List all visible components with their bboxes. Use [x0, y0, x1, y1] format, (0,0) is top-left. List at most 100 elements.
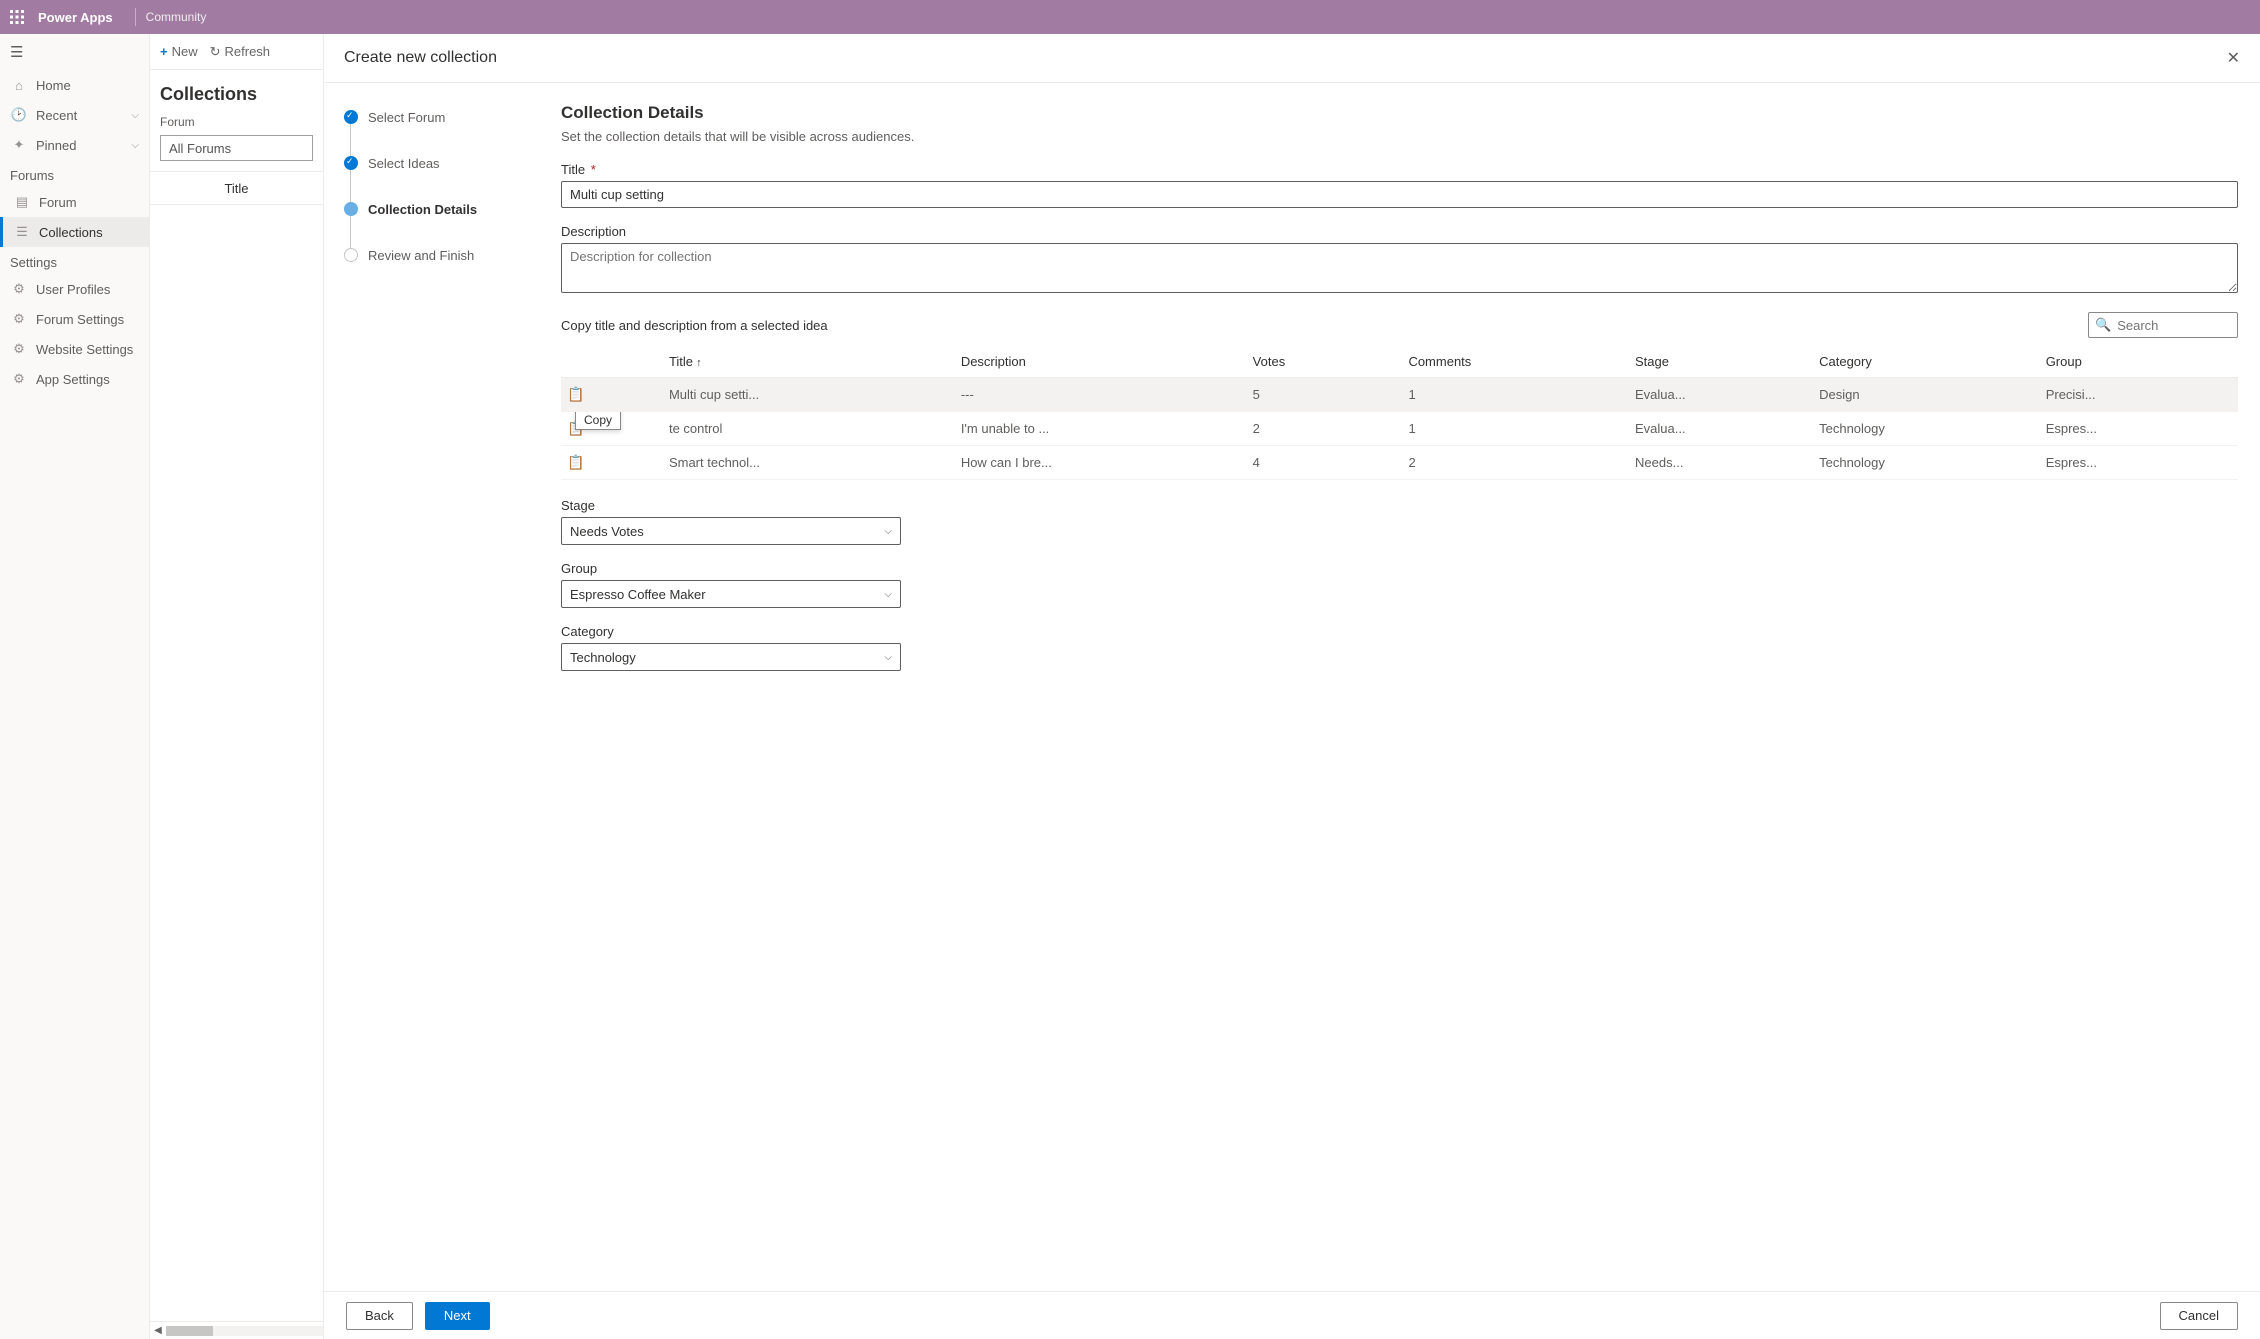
cell-group: Precisi...	[2040, 378, 2238, 412]
cell-description: I'm unable to ...	[955, 412, 1247, 446]
forum-filter-input[interactable]	[160, 135, 313, 161]
ideas-table: Title Description Votes Comments Stage C…	[561, 346, 2238, 480]
category-select[interactable]: Technology ⌵	[561, 643, 901, 671]
details-heading: Collection Details	[561, 103, 2238, 123]
nav-home-label: Home	[36, 78, 71, 93]
cell-group: Espres...	[2040, 412, 2238, 446]
nav-website-settings[interactable]: ⚙ Website Settings	[0, 334, 149, 364]
nav-forum[interactable]: ▤ Forum	[0, 187, 149, 217]
back-button[interactable]: Back	[346, 1302, 413, 1330]
cell-category: Technology	[1813, 412, 2040, 446]
step-label: Review and Finish	[368, 248, 474, 263]
cell-votes: 2	[1247, 412, 1403, 446]
collections-title-column[interactable]: Title	[150, 171, 323, 205]
chevron-down-icon: ⌵	[884, 652, 892, 663]
nav-app-settings[interactable]: ⚙ App Settings	[0, 364, 149, 394]
collection-details-form: Collection Details Set the collection de…	[539, 83, 2260, 1291]
refresh-button-label: Refresh	[225, 44, 271, 59]
collections-pane: + New ↻ Refresh Collections Forum Title …	[150, 34, 324, 1339]
app-context[interactable]: Community	[146, 10, 207, 24]
left-nav: ☰ ⌂ Home 🕑 Recent ⌵ ✦ Pinned ⌵ Forums ▤ …	[0, 34, 150, 1339]
cell-title: Multi cup setti...	[663, 378, 955, 412]
copy-icon[interactable]: 📋	[567, 454, 584, 470]
cancel-button[interactable]: Cancel	[2160, 1302, 2238, 1330]
horizontal-scroll[interactable]: ◀	[150, 1321, 323, 1339]
col-group[interactable]: Group	[2040, 346, 2238, 378]
step-review-finish[interactable]: Review and Finish	[344, 243, 529, 267]
clock-icon: 🕑	[10, 107, 28, 123]
copy-icon[interactable]: 📋	[567, 386, 584, 402]
idea-row[interactable]: 📋 Multi cup setti... --- 5 1 Evalua... D…	[561, 378, 2238, 412]
gear-icon: ⚙	[10, 281, 28, 297]
plus-icon: +	[160, 44, 168, 59]
col-description[interactable]: Description	[955, 346, 1247, 378]
cell-comments: 1	[1402, 378, 1629, 412]
nav-forum-settings[interactable]: ⚙ Forum Settings	[0, 304, 149, 334]
waffle-icon[interactable]	[0, 10, 34, 24]
idea-search-input[interactable]	[2117, 318, 2231, 333]
app-header: Power Apps Community	[0, 0, 2260, 34]
home-icon: ⌂	[10, 78, 28, 93]
step-label: Select Ideas	[368, 156, 440, 171]
refresh-button[interactable]: ↻ Refresh	[210, 44, 270, 60]
nav-forum-label: Forum	[39, 195, 77, 210]
idea-row[interactable]: 📋 Copy te control I'm unable to ... 2 1 …	[561, 412, 2238, 446]
step-done-icon	[344, 156, 358, 170]
step-current-icon	[344, 202, 358, 216]
stage-value: Needs Votes	[570, 524, 644, 539]
chevron-down-icon: ⌵	[131, 110, 139, 121]
description-label: Description	[561, 224, 2238, 239]
chevron-down-icon: ⌵	[131, 140, 139, 151]
title-input[interactable]	[561, 181, 2238, 208]
collections-heading: Collections	[150, 70, 323, 115]
cell-comments: 1	[1402, 412, 1629, 446]
nav-pinned-label: Pinned	[36, 138, 76, 153]
nav-collections[interactable]: ☰ Collections	[0, 217, 149, 247]
cell-comments: 2	[1402, 446, 1629, 480]
scroll-left-icon[interactable]: ◀	[150, 1325, 166, 1336]
cell-votes: 4	[1247, 446, 1403, 480]
step-label: Select Forum	[368, 110, 445, 125]
nav-home[interactable]: ⌂ Home	[0, 70, 149, 100]
panel-footer: Back Next Cancel	[324, 1291, 2260, 1339]
hamburger-icon[interactable]: ☰	[10, 43, 23, 61]
step-collection-details[interactable]: Collection Details	[344, 197, 529, 221]
nav-app-settings-label: App Settings	[36, 372, 110, 387]
details-description: Set the collection details that will be …	[561, 129, 2238, 144]
nav-user-profiles[interactable]: ⚙ User Profiles	[0, 274, 149, 304]
idea-search[interactable]: 🔍	[2088, 312, 2238, 338]
search-icon: 🔍	[2095, 317, 2111, 333]
panel-title: Create new collection	[344, 49, 497, 67]
next-button[interactable]: Next	[425, 1302, 490, 1330]
close-icon[interactable]: ✕	[2227, 48, 2240, 68]
nav-pinned[interactable]: ✦ Pinned ⌵	[0, 130, 149, 160]
refresh-icon: ↻	[210, 44, 221, 60]
cell-description: How can I bre...	[955, 446, 1247, 480]
new-button[interactable]: + New	[160, 44, 198, 59]
nav-forum-settings-label: Forum Settings	[36, 312, 124, 327]
col-stage[interactable]: Stage	[1629, 346, 1813, 378]
col-votes[interactable]: Votes	[1247, 346, 1403, 378]
title-label: Title *	[561, 162, 2238, 177]
cell-title: Smart technol...	[663, 446, 955, 480]
group-select[interactable]: Espresso Coffee Maker ⌵	[561, 580, 901, 608]
nav-recent[interactable]: 🕑 Recent ⌵	[0, 100, 149, 130]
copy-from-idea-label: Copy title and description from a select…	[561, 318, 828, 333]
step-select-forum[interactable]: Select Forum	[344, 105, 529, 129]
col-category[interactable]: Category	[1813, 346, 2040, 378]
cell-category: Design	[1813, 378, 2040, 412]
col-comments[interactable]: Comments	[1402, 346, 1629, 378]
step-select-ideas[interactable]: Select Ideas	[344, 151, 529, 175]
col-title[interactable]: Title	[663, 346, 955, 378]
idea-row[interactable]: 📋 Smart technol... How can I bre... 4 2 …	[561, 446, 2238, 480]
step-done-icon	[344, 110, 358, 124]
forum-icon: ▤	[13, 194, 31, 210]
gear-icon: ⚙	[10, 341, 28, 357]
cell-stage: Needs...	[1629, 446, 1813, 480]
stage-select[interactable]: Needs Votes ⌵	[561, 517, 901, 545]
group-value: Espresso Coffee Maker	[570, 587, 706, 602]
description-textarea[interactable]	[561, 243, 2238, 293]
category-label: Category	[561, 624, 901, 639]
category-value: Technology	[570, 650, 636, 665]
pin-icon: ✦	[10, 137, 28, 153]
